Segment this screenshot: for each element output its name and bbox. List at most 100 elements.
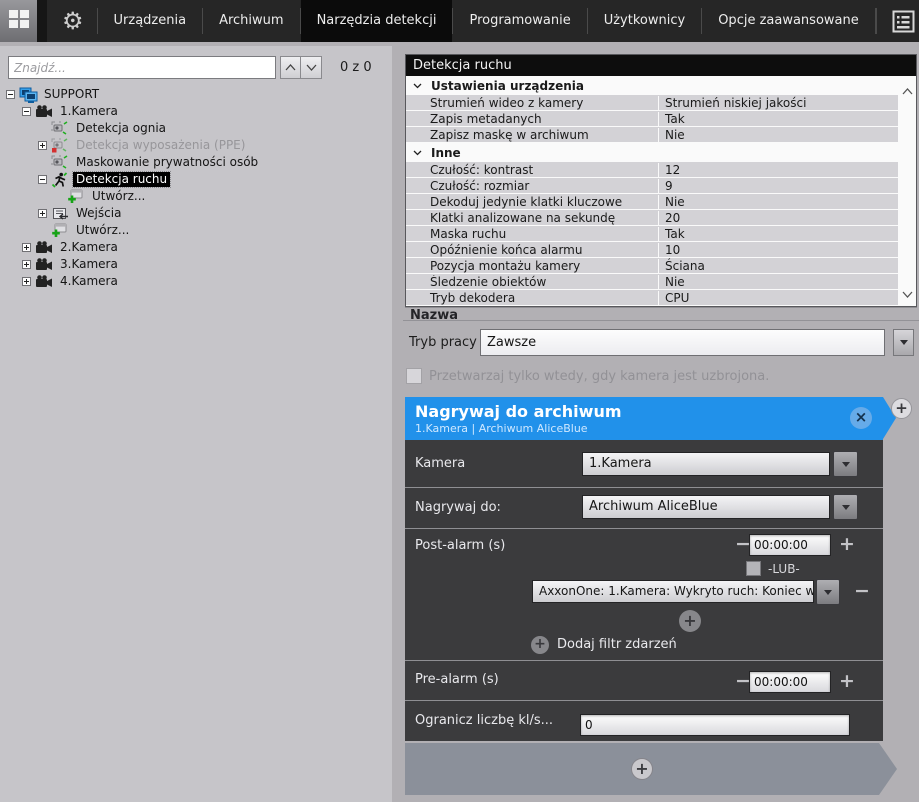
work-mode-dropdown-button[interactable] bbox=[893, 329, 914, 356]
add-event-filter-label[interactable]: Dodaj filtr zdarzeń bbox=[557, 636, 677, 654]
work-mode-row: Tryb pracy Zawsze bbox=[403, 329, 919, 356]
tree-expander-minus-icon[interactable] bbox=[22, 107, 35, 116]
property-row-klatki-analizowane-na-sekunde[interactable]: Klatki analizowane na sekundę20 bbox=[406, 210, 898, 225]
pre-alarm-time-input[interactable] bbox=[749, 671, 831, 693]
scroll-up-icon[interactable] bbox=[902, 80, 913, 99]
fps-limit-label: Ogranicz liczbę kl/s... bbox=[415, 700, 553, 741]
scroll-down-icon[interactable] bbox=[902, 283, 913, 302]
add-rule-button[interactable]: + bbox=[891, 398, 912, 419]
property-value[interactable]: 12 bbox=[658, 163, 898, 177]
add-action-button[interactable]: + bbox=[631, 758, 653, 780]
post-alarm-increase-button[interactable]: + bbox=[839, 534, 855, 554]
property-row-czulosc-kontrast[interactable]: Czułość: kontrast12 bbox=[406, 162, 898, 177]
tree-item-maskowanie-prywatnosci-osob[interactable]: Maskowanie prywatności osób bbox=[0, 154, 392, 171]
property-value[interactable]: Strumień niskiej jakości bbox=[658, 96, 898, 110]
camera-icon bbox=[35, 258, 57, 271]
layout-grid-button[interactable] bbox=[0, 0, 37, 42]
tab-programowanie[interactable]: Programowanie bbox=[453, 0, 586, 42]
add-event-filter-icon[interactable]: + bbox=[531, 636, 549, 654]
tree-item-1-kamera[interactable]: 1.Kamera bbox=[0, 103, 392, 120]
camera-dropdown-button[interactable] bbox=[833, 451, 858, 477]
fps-limit-input[interactable] bbox=[580, 714, 850, 736]
rule-card-header: Nagrywaj do archiwum 1.Kamera | Archiwum… bbox=[405, 397, 883, 440]
property-row-opoznienie-konca-alarmu[interactable]: Opóźnienie końca alarmu10 bbox=[406, 242, 898, 257]
property-value[interactable]: 20 bbox=[658, 211, 898, 225]
property-value[interactable]: CPU bbox=[658, 291, 898, 305]
name-label: Nazwa bbox=[410, 308, 458, 319]
tree-expander-plus-icon[interactable] bbox=[22, 277, 35, 286]
tab-archiwum[interactable]: Archiwum bbox=[203, 0, 300, 42]
tree-item-utworz[interactable]: Utwórz... bbox=[0, 222, 392, 239]
post-alarm-label: Post-alarm (s) bbox=[415, 535, 505, 556]
property-label: Śledzenie obiektów bbox=[406, 275, 658, 289]
armed-only-checkbox[interactable] bbox=[406, 368, 422, 384]
property-value[interactable]: Tak bbox=[658, 112, 898, 126]
property-value[interactable]: Tak bbox=[658, 227, 898, 241]
property-row-strumien-wideo-z-kamery[interactable]: Strumień wideo z kameryStrumień niskiej … bbox=[406, 95, 898, 110]
tree-label: Utwórz... bbox=[73, 223, 132, 238]
search-prev-button[interactable] bbox=[280, 56, 301, 79]
tree-search-row: 0 z 0 bbox=[8, 56, 372, 79]
post-alarm-time-input[interactable] bbox=[749, 534, 831, 556]
property-section-inne[interactable]: Inne bbox=[406, 143, 898, 162]
tree-expander-minus-icon[interactable] bbox=[6, 90, 19, 99]
system-events-button[interactable]: Zdarzenia system bbox=[876, 0, 919, 42]
search-next-button[interactable] bbox=[301, 56, 322, 79]
pre-alarm-increase-button[interactable]: + bbox=[839, 671, 855, 691]
tab-uzytkownicy[interactable]: Użytkownicy bbox=[588, 0, 701, 42]
chevron-down-icon bbox=[842, 505, 850, 510]
tree-expander-plus-icon[interactable] bbox=[22, 260, 35, 269]
property-value[interactable]: Nie bbox=[658, 128, 898, 142]
tree-item-support[interactable]: SUPPORT bbox=[0, 86, 392, 103]
record-to-dropdown-button[interactable] bbox=[833, 494, 858, 520]
property-row-maska-ruchu[interactable]: Maska ruchuTak bbox=[406, 226, 898, 241]
tree-item-3-kamera[interactable]: 3.Kamera bbox=[0, 256, 392, 273]
work-mode-select[interactable]: Zawsze bbox=[480, 329, 885, 356]
property-value[interactable]: 9 bbox=[658, 179, 898, 193]
add-action-bar: + bbox=[405, 743, 879, 795]
search-input[interactable] bbox=[8, 56, 276, 79]
remove-event-filter-button[interactable]: − bbox=[854, 581, 870, 601]
chevron-down-icon bbox=[842, 462, 850, 467]
event-filter-select[interactable]: AxxonOne: 1.Kamera: Wykryto ruch: Koniec… bbox=[532, 580, 814, 603]
tree-item-detekcja-wyposazenia-ppe[interactable]: Detekcja wyposażenia (PPE) bbox=[0, 137, 392, 154]
tab-urzadzenia[interactable]: Urządzenia bbox=[98, 0, 203, 42]
property-value[interactable]: 10 bbox=[658, 243, 898, 257]
property-row-tryb-dekodera[interactable]: Tryb dekoderaCPU bbox=[406, 290, 898, 305]
property-row-sledzenie-obiektow[interactable]: Śledzenie obiektówNie bbox=[406, 274, 898, 289]
tab-narzedzia-detekcji[interactable]: Narzędzia detekcji bbox=[301, 0, 453, 42]
property-value[interactable]: Nie bbox=[658, 275, 898, 289]
tree-expander-plus-icon[interactable] bbox=[22, 243, 35, 252]
property-label: Czułość: kontrast bbox=[406, 163, 658, 177]
property-section-ustawienia-urzadzenia[interactable]: Ustawienia urządzenia bbox=[406, 76, 898, 95]
close-rule-button[interactable]: × bbox=[850, 407, 872, 429]
tree-expander-plus-icon[interactable] bbox=[38, 209, 51, 218]
property-value[interactable]: Nie bbox=[658, 195, 898, 209]
event-filter-dropdown-button[interactable] bbox=[816, 579, 840, 605]
tree-expander-minus-icon[interactable] bbox=[38, 175, 51, 184]
property-row-dekoduj-jedynie-klatki-kluczowe[interactable]: Dekoduj jedynie klatki kluczoweNie bbox=[406, 194, 898, 209]
tree-item-detekcja-ruchu[interactable]: Detekcja ruchu bbox=[0, 171, 392, 188]
property-value[interactable]: Ściana bbox=[658, 259, 898, 273]
tree-item-2-kamera[interactable]: 2.Kamera bbox=[0, 239, 392, 256]
property-row-zapisz-maske-w-archiwum[interactable]: Zapisz maskę w archiwumNie bbox=[406, 127, 898, 142]
tree-item-4-kamera[interactable]: 4.Kamera bbox=[0, 273, 392, 290]
tree-expander-plus-icon[interactable] bbox=[38, 141, 51, 150]
tab-opcje-zaawansowane[interactable]: Opcje zaawansowane bbox=[702, 0, 875, 42]
property-label: Zapisz maskę w archiwum bbox=[406, 128, 658, 142]
tree-item-detekcja-ognia[interactable]: Detekcja ognia bbox=[0, 120, 392, 137]
tree-item-utworz[interactable]: Utwórz... bbox=[0, 188, 392, 205]
property-row-czulosc-rozmiar[interactable]: Czułość: rozmiar9 bbox=[406, 178, 898, 193]
name-section-header: Nazwa bbox=[405, 307, 917, 319]
armed-only-row: Przetwarzaj tylko wtedy, gdy kamera jest… bbox=[406, 368, 769, 384]
record-to-select[interactable]: Archiwum AliceBlue bbox=[582, 495, 830, 519]
property-row-pozycja-montazu-kamery[interactable]: Pozycja montażu kameryŚciana bbox=[406, 258, 898, 273]
tree-label: 1.Kamera bbox=[57, 104, 121, 119]
tree-item-wejscia[interactable]: Wejścia bbox=[0, 205, 392, 222]
inputs-icon bbox=[51, 207, 73, 220]
camera-select[interactable]: 1.Kamera bbox=[582, 452, 830, 476]
property-row-zapis-metadanych[interactable]: Zapis metadanychTak bbox=[406, 111, 898, 126]
add-condition-button[interactable]: + bbox=[679, 610, 701, 632]
settings-gear-icon[interactable]: ⚙ bbox=[47, 0, 97, 42]
lub-checkbox[interactable] bbox=[746, 561, 761, 576]
